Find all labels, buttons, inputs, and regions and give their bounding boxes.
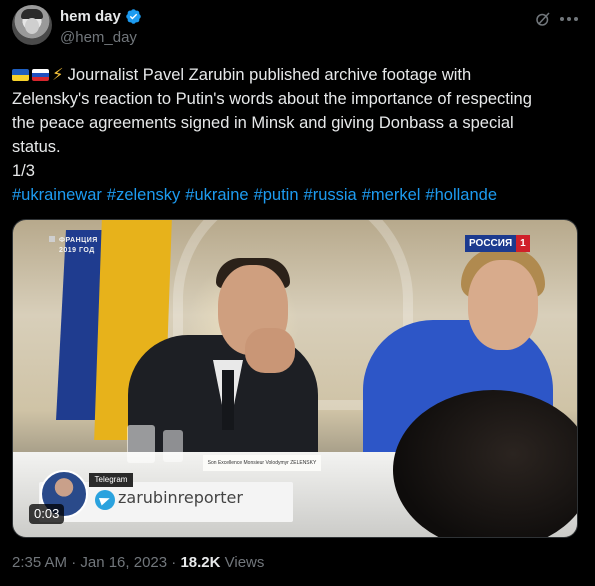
- woman-head: [468, 260, 538, 350]
- tweet-text-line: the peace agreements signed in Minsk and…: [12, 114, 514, 132]
- man-hand: [245, 328, 295, 373]
- telegram-label: Telegram: [89, 473, 133, 487]
- tweet-meta: 2:35 AM · Jan 16, 2023 · 18.2K Views: [12, 554, 264, 571]
- tweet-line-1: ⚡ Journalist Pavel Zarubin published arch…: [12, 63, 582, 87]
- channel-logo: РОССИЯ 1: [465, 235, 530, 252]
- nameplate: Son Excellence Monsieur Volodymyr ZELENS…: [203, 455, 321, 471]
- more-icon[interactable]: [560, 17, 580, 23]
- grok-icon[interactable]: [534, 10, 552, 28]
- author-avatar[interactable]: [12, 5, 52, 45]
- views-label: Views: [224, 554, 265, 571]
- tweet-body: ⚡ Journalist Pavel Zarubin published arch…: [12, 63, 582, 207]
- hashtag-link[interactable]: #russia: [304, 186, 357, 204]
- lightning-bolt-icon: ⚡: [52, 66, 64, 84]
- author-handle[interactable]: @hem_day: [60, 29, 137, 46]
- water-glass: [163, 430, 183, 462]
- hashtag-list: #ukrainewar #zelensky #ukraine #putin #russi…: [12, 183, 582, 207]
- name-row: hem day: [60, 8, 142, 25]
- water-glass: [127, 425, 155, 463]
- hashtag-link[interactable]: #ukraine: [185, 186, 248, 204]
- tweet-text-line: 1/3: [12, 162, 35, 180]
- video-duration-badge: 0:03: [29, 504, 65, 524]
- channel-name: РОССИЯ: [465, 235, 517, 252]
- tweet-text-line: Zelensky's reaction to Putin's words abo…: [12, 90, 532, 108]
- caption-country: ФРАНЦИЯ: [59, 237, 98, 244]
- hashtag-link[interactable]: #ukrainewar: [12, 186, 102, 204]
- tweet-text-line: Journalist Pavel Zarubin published archi…: [67, 66, 472, 84]
- hashtag-link[interactable]: #zelensky: [107, 186, 180, 204]
- man-tie: [222, 370, 234, 430]
- hashtag-link[interactable]: #putin: [254, 186, 299, 204]
- channel-number: 1: [516, 235, 530, 252]
- hashtag-link[interactable]: #hollande: [425, 186, 497, 204]
- tweet-header: hem day @hem_day: [12, 5, 583, 49]
- caption-year: 2019 ГОД: [59, 247, 95, 254]
- verified-badge-icon: [126, 9, 141, 24]
- ukraine-flag-icon: [12, 69, 29, 81]
- hashtag-link[interactable]: #merkel: [362, 186, 421, 204]
- telegram-handle: zarubinreporter: [118, 488, 243, 507]
- caption-marker-icon: [49, 236, 55, 242]
- views-count: 18.2K: [180, 554, 221, 571]
- avatar-face: [25, 18, 39, 34]
- tweet-text-line: status.: [12, 138, 61, 156]
- telegram-icon: [95, 490, 115, 510]
- video-player[interactable]: Son Excellence Monsieur Volodymyr ZELENS…: [12, 219, 578, 538]
- broadcast-caption: ФРАНЦИЯ 2019 ГОД: [49, 236, 98, 256]
- author-display-name[interactable]: hem day: [60, 8, 121, 25]
- russia-flag-icon: [32, 69, 49, 81]
- timestamp-link[interactable]: 2:35 AM · Jan 16, 2023 ·: [12, 554, 180, 571]
